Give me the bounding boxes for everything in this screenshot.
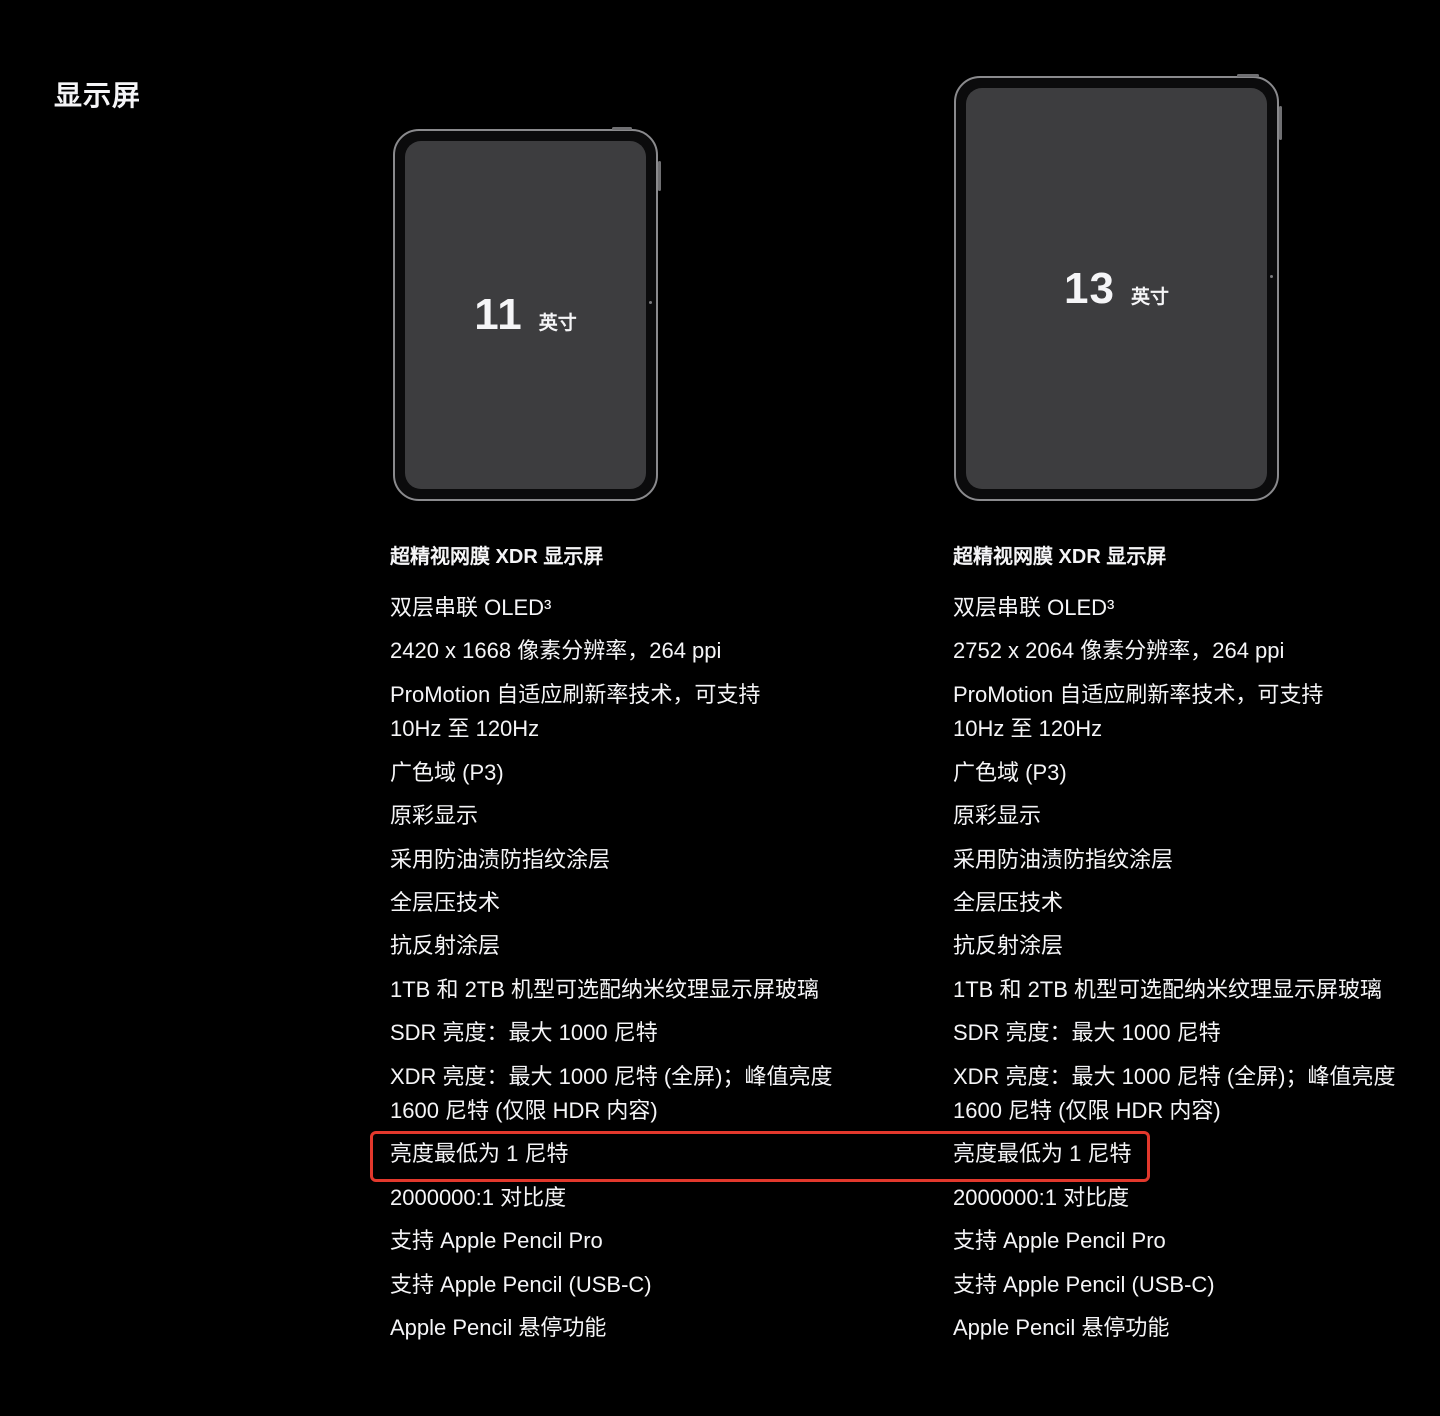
spec-item-promotion: ProMotion 自适应刷新率技术，可支持 10Hz 至 120Hz [953, 678, 1423, 747]
camera-dot [649, 301, 652, 304]
spec-item-anti-reflective: 抗反射涂层 [953, 933, 1064, 959]
size-label: 13 英寸 [1064, 264, 1169, 314]
spec-title: 超精视网膜 XDR 显示屏 [953, 546, 1167, 568]
size-number: 13 [1064, 263, 1115, 313]
spec-item-coating: 采用防油渍防指纹涂层 [390, 846, 611, 872]
spec-item-xdr-brightness-text: XDR 亮度：最大 1000 尼特 (全屏)；峰值亮度 1600 尼特 (仅限 … [390, 1063, 833, 1124]
spec-item-pencil-hover: Apple Pencil 悬停功能 [390, 1315, 607, 1341]
spec-item-pencil-pro: 支持 Apple Pencil Pro [953, 1228, 1166, 1254]
ipad-11-screen: 11 英寸 [405, 141, 646, 489]
spec-item-sdr-brightness: SDR 亮度：最大 1000 尼特 [390, 1020, 658, 1046]
spec-item-promotion-text: ProMotion 自适应刷新率技术，可支持 10Hz 至 120Hz [953, 681, 1324, 742]
volume-up-button [1279, 106, 1282, 140]
spec-item-pencil-hover: Apple Pencil 悬停功能 [953, 1315, 1170, 1341]
spec-list: 双层串联 OLED³ 2752 x 2064 像素分辨率，264 ppi Pro… [953, 591, 1423, 1346]
spec-item-lamination: 全层压技术 [390, 889, 501, 915]
spec-item-true-tone: 原彩显示 [953, 803, 1042, 829]
spec-item-true-tone: 原彩显示 [390, 803, 479, 829]
spec-item-coating: 采用防油渍防指纹涂层 [953, 846, 1174, 872]
spec-item-lamination: 全层压技术 [953, 889, 1064, 915]
spec-item-pencil-pro: 支持 Apple Pencil Pro [390, 1228, 603, 1254]
ipad-13-screen: 13 英寸 [966, 88, 1267, 489]
spec-item-resolution: 2752 x 2064 像素分辨率，264 ppi [953, 638, 1285, 664]
spec-item-contrast: 2000000:1 对比度 [390, 1184, 567, 1210]
spec-item-contrast: 2000000:1 对比度 [953, 1184, 1130, 1210]
spec-item-nano-texture: 1TB 和 2TB 机型可选配纳米纹理显示屏玻璃 [953, 976, 1383, 1002]
spec-item-xdr-brightness: XDR 亮度：最大 1000 尼特 (全屏)；峰值亮度 1600 尼特 (仅限 … [390, 1060, 860, 1129]
size-unit: 英寸 [538, 313, 577, 334]
size-unit: 英寸 [1130, 286, 1169, 308]
spec-column-13: 超精视网膜 XDR 显示屏 双层串联 OLED³ 2752 x 2064 像素分… [953, 538, 1423, 1354]
size-number: 11 [474, 290, 523, 339]
spec-item-oled: 双层串联 OLED³ [953, 595, 1115, 620]
highlight-box-min-brightness [370, 1131, 1150, 1182]
spec-item-nano-texture: 1TB 和 2TB 机型可选配纳米纹理显示屏玻璃 [390, 976, 820, 1002]
spec-title: 超精视网膜 XDR 显示屏 [390, 546, 604, 568]
spec-item-color-gamut: 广色域 (P3) [390, 759, 504, 785]
spec-item-pencil-usbc: 支持 Apple Pencil (USB-C) [390, 1271, 652, 1297]
spec-item-oled: 双层串联 OLED³ [390, 595, 552, 620]
spec-item-xdr-brightness: XDR 亮度：最大 1000 尼特 (全屏)；峰值亮度 1600 尼特 (仅限 … [953, 1060, 1423, 1129]
size-label: 11 英寸 [474, 290, 577, 340]
spec-item-resolution: 2420 x 1668 像素分辨率，264 ppi [390, 638, 722, 664]
spec-item-promotion-text: ProMotion 自适应刷新率技术，可支持 10Hz 至 120Hz [390, 681, 761, 742]
spec-item-promotion: ProMotion 自适应刷新率技术，可支持 10Hz 至 120Hz [390, 678, 860, 747]
camera-dot [1270, 275, 1273, 278]
spec-item-color-gamut: 广色域 (P3) [953, 759, 1067, 785]
top-button [1237, 74, 1259, 77]
volume-up-button [658, 161, 661, 191]
top-button [612, 127, 632, 130]
spec-list: 双层串联 OLED³ 2420 x 1668 像素分辨率，264 ppi Pro… [390, 591, 860, 1346]
section-title: 显示屏 [54, 80, 142, 111]
spec-item-sdr-brightness: SDR 亮度：最大 1000 尼特 [953, 1020, 1221, 1046]
spec-item-pencil-usbc: 支持 Apple Pencil (USB-C) [953, 1271, 1215, 1297]
ipad-11-illustration: 11 英寸 [393, 127, 661, 501]
spec-item-xdr-brightness-text: XDR 亮度：最大 1000 尼特 (全屏)；峰值亮度 1600 尼特 (仅限 … [953, 1063, 1396, 1124]
spec-item-anti-reflective: 抗反射涂层 [390, 933, 501, 959]
ipad-13-illustration: 13 英寸 [954, 74, 1282, 501]
spec-column-11: 超精视网膜 XDR 显示屏 双层串联 OLED³ 2420 x 1668 像素分… [390, 538, 860, 1354]
